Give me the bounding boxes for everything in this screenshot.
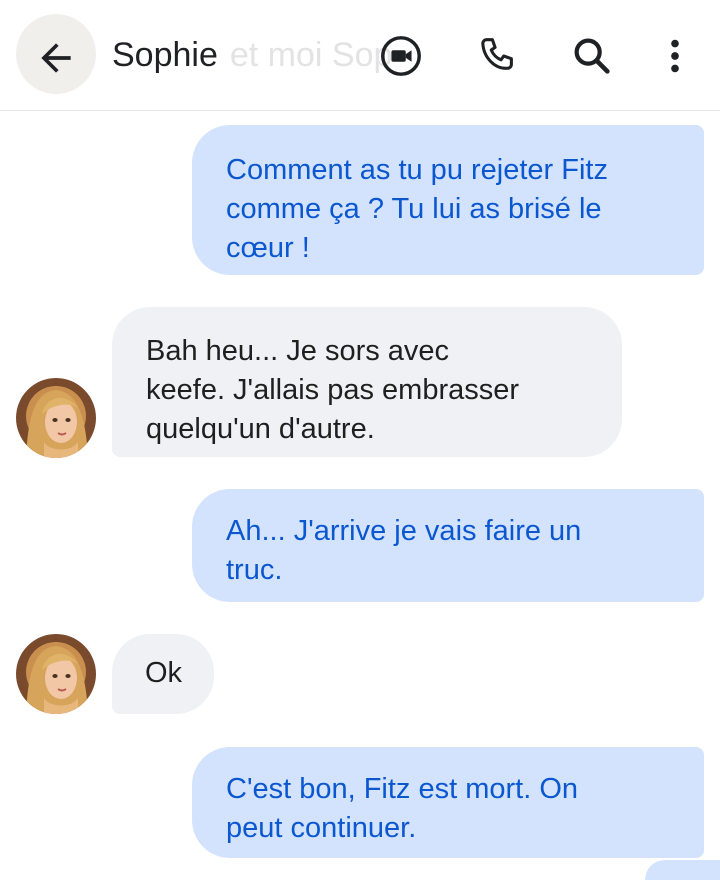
- message-thread[interactable]: Comment as tu pu rejeter Fitz comme ça ?…: [0, 111, 720, 880]
- avatar-image: [16, 634, 96, 714]
- incoming-message[interactable]: Bah heu... Je sors avec keefe. J'allais …: [112, 307, 622, 457]
- message-line: Ok: [145, 657, 183, 689]
- more-options-button[interactable]: [652, 33, 698, 79]
- conversation-title[interactable]: Sophie et moi Sop: [112, 36, 392, 75]
- contact-name: Sophie: [112, 36, 218, 74]
- contact-avatar[interactable]: [16, 378, 96, 458]
- search-icon: [574, 38, 610, 74]
- phone-icon: [481, 38, 513, 70]
- video-call-button[interactable]: [378, 33, 424, 79]
- message-line: cœur !: [226, 232, 310, 264]
- message-line: Comment as tu pu rejeter Fitz: [226, 154, 608, 186]
- search-button[interactable]: [569, 33, 615, 79]
- message-line: comme ça ? Tu lui as brisé le: [226, 193, 602, 225]
- outgoing-message[interactable]: Comment as tu pu rejeter Fitz comme ça ?…: [192, 125, 704, 275]
- message-line: peut continuer.: [226, 812, 417, 844]
- voice-call-button[interactable]: [474, 33, 520, 79]
- message-line: truc.: [226, 554, 283, 586]
- message-line: C'est bon, Fitz est mort. On: [226, 773, 579, 805]
- outgoing-message[interactable]: Ah... J'arrive je vais faire un truc.: [192, 489, 704, 602]
- contact-avatar[interactable]: [16, 634, 96, 714]
- top-app-bar: Sophie et moi Sop: [0, 0, 720, 111]
- message-line: quelqu'un d'autre.: [146, 413, 375, 445]
- avatar-image: [16, 378, 96, 458]
- arrow-left-icon: [41, 43, 71, 73]
- message-line: keefe. J'allais pas embrasser: [146, 374, 520, 406]
- faded-subtitle: et moi Sop: [229, 36, 393, 74]
- video-call-icon: [381, 36, 421, 76]
- message-line: Ah... J'arrive je vais faire un: [226, 515, 582, 547]
- outgoing-message-partial[interactable]: [645, 860, 720, 880]
- more-vert-icon: [671, 39, 679, 73]
- message-line: Bah heu... Je sors avec: [146, 335, 450, 367]
- outgoing-message[interactable]: C'est bon, Fitz est mort. On peut contin…: [192, 747, 704, 858]
- back-button[interactable]: [34, 36, 78, 80]
- incoming-message[interactable]: Ok: [112, 634, 214, 714]
